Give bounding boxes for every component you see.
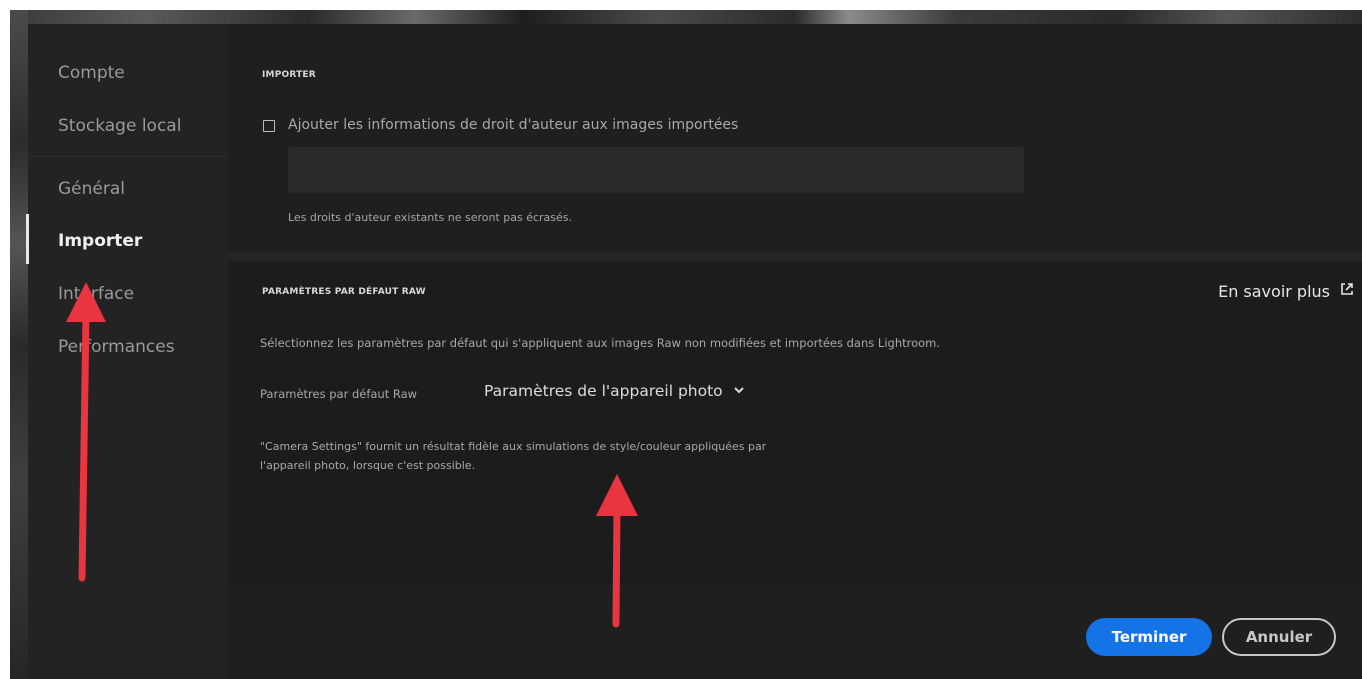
done-button[interactable]: Terminer (1086, 618, 1212, 656)
raw-defaults-dropdown[interactable]: Paramètres de l'appareil photo (484, 382, 745, 400)
preferences-sidebar: Compte Stockage local Général Importer I… (26, 24, 228, 679)
preferences-content: IMPORTER Ajouter les informations de dro… (228, 24, 1362, 584)
raw-footnote-line-2: l'appareil photo, lorsque c'est possible… (260, 459, 476, 472)
screenshot: Compte Stockage local Général Importer I… (0, 0, 1362, 679)
external-link-icon (1340, 282, 1354, 301)
sidebar-item-general[interactable]: Général (58, 179, 125, 199)
background-app-edge (10, 10, 28, 679)
cancel-button[interactable]: Annuler (1222, 618, 1336, 656)
section-title-importer: IMPORTER (262, 70, 316, 80)
copyright-checkbox[interactable] (263, 120, 275, 132)
raw-defaults-label: Paramètres par défaut Raw (260, 387, 418, 401)
copyright-field[interactable] (288, 147, 1024, 193)
sidebar-item-compte[interactable]: Compte (58, 63, 125, 83)
learn-more-link[interactable]: En savoir plus (1218, 282, 1354, 301)
sidebar-item-interface[interactable]: Interface (58, 284, 134, 304)
raw-defaults-description: Sélectionnez les paramètres par défaut q… (260, 336, 941, 350)
learn-more-label: En savoir plus (1218, 282, 1330, 301)
sidebar-item-performances[interactable]: Performances (58, 337, 175, 357)
section-separator (228, 252, 1362, 262)
sidebar-divider (28, 156, 228, 157)
import-section: IMPORTER Ajouter les informations de dro… (228, 24, 1362, 252)
dialog-footer: Terminer Annuler (228, 584, 1362, 679)
raw-defaults-dropdown-value: Paramètres de l'appareil photo (484, 382, 723, 400)
active-indicator (26, 214, 29, 264)
chevron-down-icon (733, 382, 745, 400)
background-app-strip (10, 10, 1362, 24)
sidebar-item-importer[interactable]: Importer (58, 231, 142, 251)
raw-footnote-line-1: "Camera Settings" fournit un résultat fi… (260, 440, 767, 453)
copyright-note: Les droits d'auteur existants ne seront … (288, 211, 573, 224)
section-title-raw-defaults: PARAMÈTRES PAR DÉFAUT RAW (262, 287, 426, 297)
copyright-checkbox-label[interactable]: Ajouter les informations de droit d'aute… (288, 117, 738, 133)
preferences-dialog: Compte Stockage local Général Importer I… (26, 24, 1362, 679)
sidebar-item-stockage-local[interactable]: Stockage local (58, 116, 181, 136)
